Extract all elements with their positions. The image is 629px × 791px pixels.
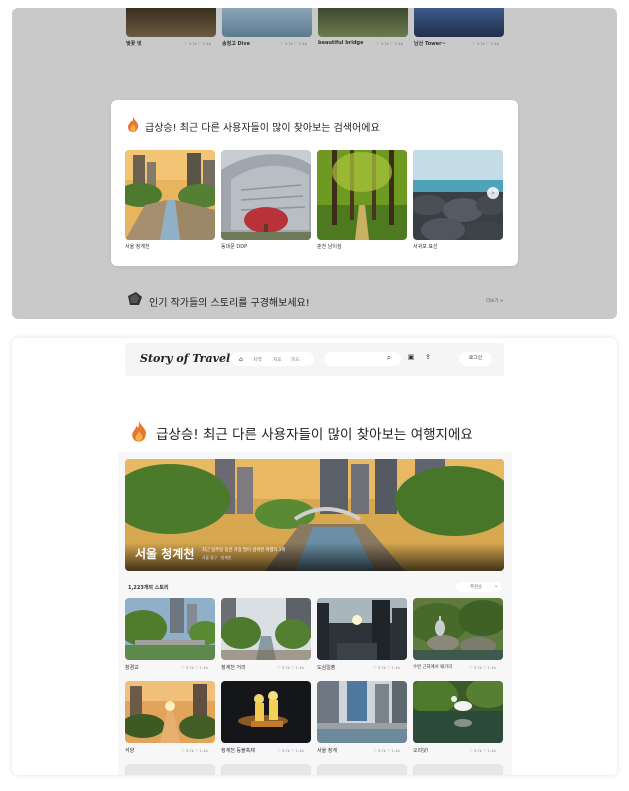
hero-description: 최근 일주일 동안 가장 많이 검색된 여행지 1위 (202, 548, 286, 553)
search-icon[interactable]: ⌕ (384, 353, 394, 365)
changgyeonggyo-photo (125, 598, 215, 660)
popup-card-namiseom[interactable] (317, 150, 407, 240)
cheonggyecheon-photo (125, 150, 215, 240)
grid-stats-8: ♡ 3.7k ♡ 1.4k (469, 748, 496, 753)
grid-stats-4: ♡ 3.7k ♡ 1.4k (469, 665, 496, 670)
grid-stats-7: ♡ 3.7k ♡ 1.4k (373, 748, 400, 753)
top-navbar: Story of Travel ⌂ 지역 지도 피드 ⌕ ▣ ⇪ 로그인 (125, 343, 504, 376)
login-button[interactable]: 로그인 (459, 352, 492, 366)
popup-title: 급상승! 최근 다른 사용자들이 많이 찾아보는 검색어에요 (145, 123, 380, 134)
grid-card-5[interactable] (125, 681, 215, 743)
strip-stats-1: ♡ 3.7k ♡ 1.4k (184, 41, 211, 46)
grid-card-2[interactable] (221, 598, 311, 660)
tab-map[interactable]: 지도 (273, 356, 282, 363)
home-icon[interactable]: ⌂ (239, 356, 243, 363)
grid-card-placeholder[interactable] (317, 764, 407, 775)
duck-photo (413, 681, 503, 743)
strip-photo-1[interactable] (126, 8, 216, 37)
grid-stats-5: ♡ 3.7k ♡ 1.4k (181, 748, 208, 753)
grid-card-placeholder[interactable] (125, 764, 215, 775)
strip-label-3: beautiful bridge (318, 40, 364, 46)
camera-icon (128, 292, 142, 305)
grid-label-8: 오리닷! (413, 748, 429, 754)
next-arrow-icon[interactable]: › (487, 187, 499, 199)
strip-photo-4[interactable] (414, 8, 504, 37)
grid-stats-6: ♡ 3.7k ♡ 1.4k (277, 748, 304, 753)
grid-card-4[interactable] (413, 598, 503, 660)
gallery-icon[interactable]: ▣ (406, 353, 416, 365)
grid-stats-1: ♡ 3.7k ♡ 1.4k (181, 665, 208, 670)
grid-label-4: 수면 근처에서 왜가리 (413, 665, 453, 670)
hero-title: 서울 청계천 (135, 547, 195, 561)
sort-selected: 추천순 (470, 585, 483, 590)
grid-card-placeholder[interactable] (221, 764, 311, 775)
seoul-cheonggye-photo (317, 681, 407, 743)
heron-photo (413, 598, 503, 660)
page-title: 급상승! 최근 다른 사용자들이 많이 찾아보는 여행지에요 (156, 427, 473, 443)
grid-stats-3: ♡ 3.7k ♡ 1.4k (373, 665, 400, 670)
popular-writers-title: 인기 작가들의 스토리를 구경해보세요! (149, 298, 310, 309)
grid-card-1[interactable] (125, 598, 215, 660)
strip-photo-3[interactable] (318, 8, 408, 37)
trending-destinations-page: Story of Travel ⌂ 지역 지도 피드 ⌕ ▣ ⇪ 로그인 급상승… (12, 338, 617, 775)
search-trend-preview-panel: 벚꽃 벗 ♡ 3.7k ♡ 1.4k 송정고 Dive ♡ 3.7k ♡ 1.4… (12, 8, 617, 319)
nav-tab-group: ⌂ 지역 지도 피드 (231, 352, 314, 366)
sort-dropdown[interactable]: 추천순 ⌄ (456, 582, 502, 592)
grid-card-7[interactable] (317, 681, 407, 743)
more-link[interactable]: 더보기 > (486, 298, 504, 304)
grid-card-3[interactable] (317, 598, 407, 660)
popup-card-cheonggyecheon[interactable] (125, 150, 215, 240)
popup-caption-2: 동대문 DDP (221, 244, 248, 250)
cheonggye-street-photo (221, 598, 311, 660)
tab-feed[interactable]: 피드 (291, 356, 300, 363)
trending-search-popup: 급상승! 최근 다른 사용자들이 많이 찾아보는 검색어에요 › 서울 청계천 … (111, 100, 518, 266)
tab-region[interactable]: 지역 (253, 356, 262, 363)
hero-subtitle: 서울 중구 · 청계천 (202, 555, 232, 560)
namiseom-photo (317, 150, 407, 240)
lantern-festival-photo (221, 681, 311, 743)
hero-banner[interactable]: 서울 청계천 최근 일주일 동안 가장 많이 검색된 여행지 1위 서울 중구 … (125, 459, 504, 571)
grid-label-6: 청계천 등불축제 (221, 748, 255, 754)
strip-label-1: 벚꽃 벗 (126, 41, 142, 47)
popup-caption-1: 서울 청계천 (125, 244, 150, 250)
flame-icon (132, 421, 146, 442)
city-sunrise-photo (317, 598, 407, 660)
grid-stats-2: ♡ 3.7k ♡ 1.4k (277, 665, 304, 670)
strip-stats-2: ♡ 3.7k ♡ 1.4k (280, 41, 307, 46)
sunset-photo (125, 681, 215, 743)
site-logo[interactable]: Story of Travel (140, 352, 230, 365)
popup-caption-3: 춘천 남이섬 (317, 244, 342, 250)
story-count: 1,223개의 스토리 (128, 585, 169, 591)
strip-photo-2[interactable] (222, 8, 312, 37)
strip-stats-4: ♡ 3.7k ♡ 1.4k (472, 41, 499, 46)
popup-caption-4: 서귀포 표선 (413, 244, 438, 250)
grid-card-8[interactable] (413, 681, 503, 743)
grid-label-2: 청계천 거리 (221, 665, 246, 671)
grid-label-5: 석양 (125, 748, 135, 754)
grid-label-1: 창경교 (125, 665, 139, 671)
strip-label-2: 송정고 Dive (222, 41, 251, 47)
upload-icon[interactable]: ⇪ (423, 353, 433, 365)
grid-card-6[interactable] (221, 681, 311, 743)
popup-card-ddp[interactable] (221, 150, 311, 240)
chevron-down-icon: ⌄ (494, 583, 499, 589)
grid-label-7: 서울 청계 (317, 748, 337, 754)
strip-stats-3: ♡ 3.7k ♡ 1.4k (376, 41, 403, 46)
ddp-photo (221, 150, 311, 240)
flame-icon (128, 117, 139, 132)
search-input[interactable]: ⌕ (324, 352, 401, 366)
grid-card-placeholder[interactable] (413, 764, 503, 775)
grid-label-3: 도심일출 (317, 665, 336, 671)
strip-label-4: 남산 Tower~ (414, 41, 446, 47)
